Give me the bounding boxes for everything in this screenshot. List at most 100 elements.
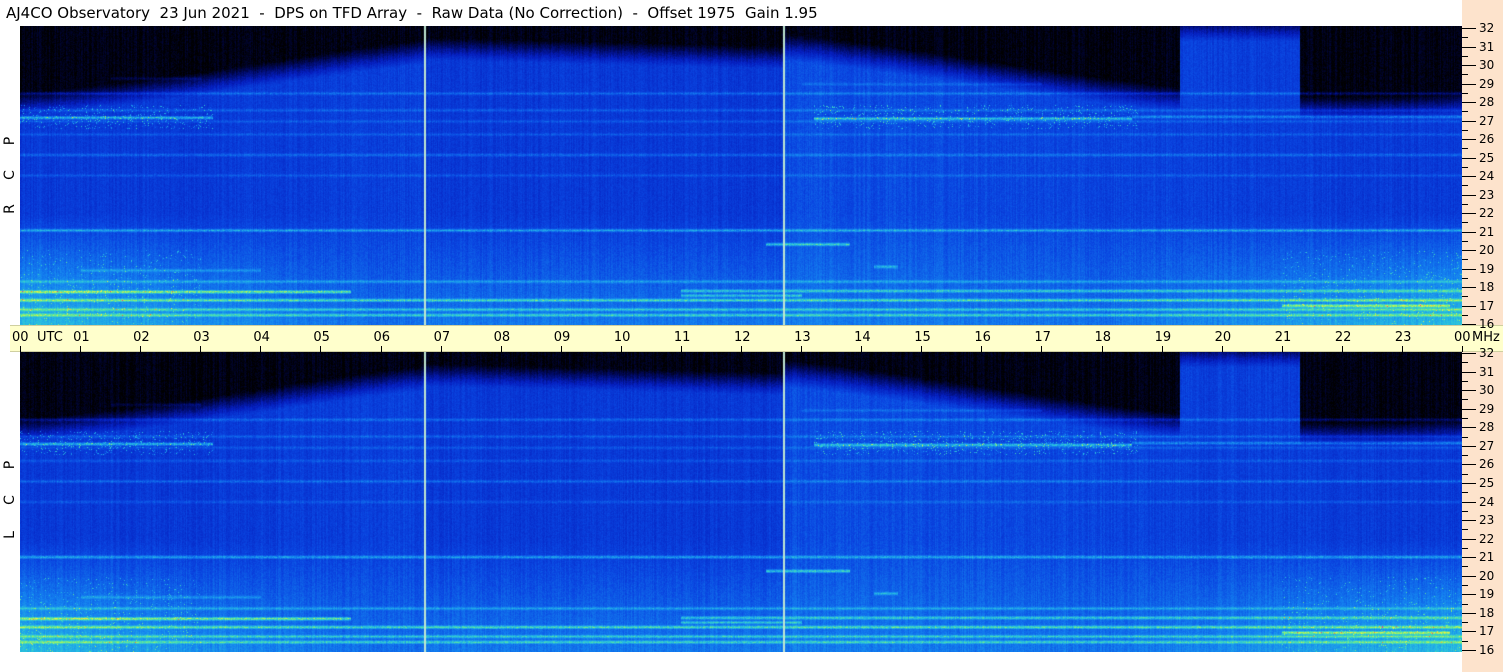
lcp-frequency-minor-tick <box>1462 585 1468 586</box>
rcp-letter-1: P <box>2 136 18 146</box>
lcp-frequency-tick <box>1462 539 1476 540</box>
rcp-frequency-tick-label: 21 <box>1479 224 1495 239</box>
time-tick <box>200 346 202 352</box>
lcp-spectrogram-canvas <box>20 352 1462 652</box>
time-tick-label: 16 <box>974 330 991 345</box>
time-tick-label: 15 <box>914 330 931 345</box>
frequency-unit-label: MHz <box>1472 330 1500 345</box>
time-tick <box>1462 346 1463 352</box>
rcp-frequency-tick <box>1462 195 1476 196</box>
lcp-frequency-tick-label: 28 <box>1479 420 1495 435</box>
lcp-frequency-tick <box>1462 409 1476 410</box>
lcp-frequency-minor-tick <box>1462 529 1468 530</box>
rcp-frequency-minor-tick <box>1462 222 1468 223</box>
rcp-frequency-minor-tick <box>1462 111 1468 112</box>
rcp-spectrogram-canvas <box>20 26 1462 325</box>
chart-title: AJ4CO Observatory 23 Jun 2021 - DPS on T… <box>0 0 1462 26</box>
time-tick <box>921 346 923 352</box>
lcp-frequency-tick-label: 31 <box>1479 364 1495 379</box>
time-tick <box>380 346 382 352</box>
rcp-frequency-tick <box>1462 65 1476 66</box>
time-tick-label: 19 <box>1154 330 1172 345</box>
time-tick <box>260 346 262 352</box>
rcp-frequency-minor-tick <box>1462 56 1468 57</box>
lcp-frequency-tick <box>1462 483 1476 484</box>
lcp-frequency-minor-tick <box>1462 604 1468 605</box>
lcp-frequency-minor-tick <box>1462 362 1468 363</box>
rcp-frequency-tick <box>1462 232 1476 233</box>
lcp-frequency-tick <box>1462 631 1476 632</box>
lcp-frequency-tick <box>1462 576 1476 577</box>
rcp-frequency-tick <box>1462 158 1476 159</box>
time-axis: 00 01 02 03 04 05 06 07 08 09 10 11 12 13 14 15 16 17 18 19… <box>10 325 1503 352</box>
rcp-frequency-tick <box>1462 121 1476 122</box>
lcp-letter-3: L <box>2 531 18 539</box>
time-tick-label: 03 <box>193 330 210 345</box>
lcp-frequency-minor-tick <box>1462 492 1468 493</box>
rcp-frequency-tick-label: 29 <box>1479 76 1495 91</box>
rcp-frequency-minor-tick <box>1462 185 1468 186</box>
time-tick <box>1101 346 1103 352</box>
lcp-frequency-tick <box>1462 557 1476 558</box>
rcp-frequency-tick-label: 23 <box>1479 187 1495 202</box>
rcp-frequency-minor-tick <box>1462 278 1468 279</box>
lcp-frequency-tick-label: 25 <box>1479 475 1495 490</box>
rcp-frequency-minor-tick <box>1462 204 1468 205</box>
rcp-frequency-tick <box>1462 324 1476 325</box>
time-tick <box>680 346 682 352</box>
time-tick <box>1281 346 1283 352</box>
rcp-frequency-tick <box>1462 102 1476 103</box>
rcp-letter-3: R <box>2 204 18 214</box>
rcp-frequency-minor-tick <box>1462 315 1468 316</box>
lcp-frequency-tick-label: 17 <box>1479 624 1495 639</box>
lcp-frequency-minor-tick <box>1462 566 1468 567</box>
time-tick-label: 20 <box>1214 330 1232 345</box>
rcp-frequency-minor-tick <box>1462 148 1468 149</box>
time-tick <box>1401 346 1403 352</box>
lcp-frequency-tick-label: 20 <box>1479 568 1495 583</box>
rcp-frequency-tick <box>1462 306 1476 307</box>
time-tick-label: 23 <box>1394 330 1412 345</box>
lcp-frequency-minor-tick <box>1462 418 1468 419</box>
time-tick-label: 00 <box>1454 330 1471 345</box>
time-tick <box>801 346 803 352</box>
rcp-frequency-tick-label: 24 <box>1479 169 1495 183</box>
lcp-frequency-tick-label: 21 <box>1479 550 1495 565</box>
lcp-frequency-tick-label: 30 <box>1479 383 1495 398</box>
lcp-frequency-tick <box>1462 613 1476 614</box>
time-tick <box>1041 346 1043 352</box>
lcp-frequency-tick-label: 16 <box>1479 643 1495 657</box>
time-tick <box>1161 346 1163 352</box>
lcp-frequency-tick-label: 26 <box>1479 457 1495 472</box>
rcp-frequency-minor-tick <box>1462 74 1468 75</box>
time-tick <box>500 346 502 352</box>
lcp-frequency-tick-label: 23 <box>1479 513 1495 528</box>
lcp-frequency-tick <box>1462 446 1476 447</box>
rcp-frequency-tick-label: 31 <box>1479 39 1495 54</box>
lcp-frequency-minor-tick <box>1462 474 1468 475</box>
lcp-frequency-tick <box>1462 390 1476 391</box>
rcp-frequency-tick <box>1462 47 1476 48</box>
rcp-frequency-tick-label: 28 <box>1479 95 1495 109</box>
lcp-frequency-tick <box>1462 520 1476 521</box>
rcp-frequency-minor-tick <box>1462 93 1468 94</box>
rcp-frequency-tick-label: 25 <box>1479 150 1495 165</box>
rcp-frequency-tick <box>1462 287 1476 288</box>
lcp-frequency-tick <box>1462 427 1476 428</box>
lcp-frequency-minor-tick <box>1462 399 1468 400</box>
lcp-label-column: P C L <box>0 352 20 652</box>
lcp-frequency-tick-label: 32 <box>1479 346 1495 360</box>
rcp-frequency-tick-label: 26 <box>1479 132 1495 146</box>
time-tick-label: 06 <box>373 330 391 345</box>
lcp-frequency-tick <box>1462 372 1476 373</box>
time-tick <box>981 346 983 352</box>
time-tick <box>140 346 142 352</box>
lcp-frequency-minor-tick <box>1462 641 1468 642</box>
time-tick <box>80 346 82 352</box>
time-tick-label: 13 <box>794 330 811 345</box>
rcp-label-column: P C R <box>0 26 20 325</box>
lcp-letter-1: P <box>2 460 18 470</box>
time-tick <box>1341 346 1343 352</box>
time-tick-label: 21 <box>1274 330 1292 345</box>
rcp-frequency-tick-label: 32 <box>1479 21 1495 35</box>
